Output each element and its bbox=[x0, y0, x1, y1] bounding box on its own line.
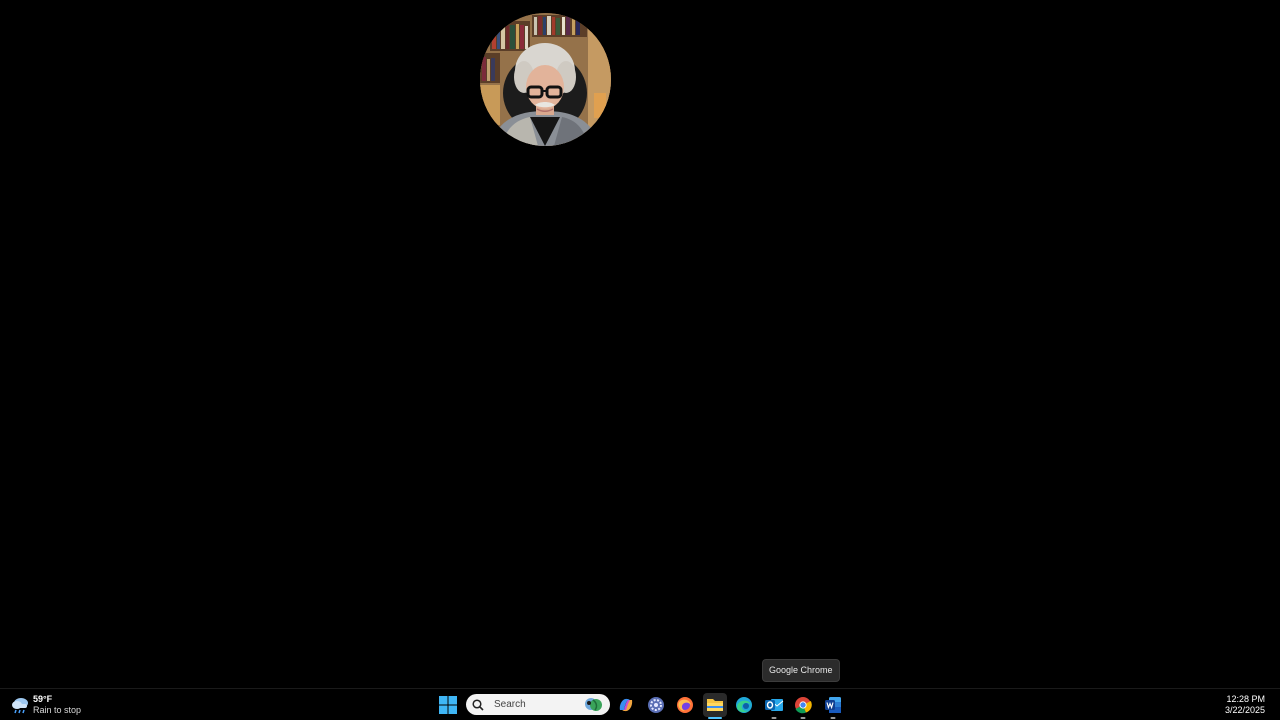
running-indicator bbox=[771, 717, 777, 719]
search-icon bbox=[472, 698, 484, 711]
running-indicator bbox=[800, 717, 806, 719]
edge-icon bbox=[736, 697, 752, 713]
taskbar-app-settings[interactable] bbox=[644, 693, 668, 717]
outlook-icon bbox=[765, 699, 784, 711]
chrome-icon bbox=[795, 697, 812, 714]
copilot-icon bbox=[619, 698, 633, 712]
weather-condition: Rain to stop bbox=[33, 705, 82, 715]
taskbar-app-word[interactable] bbox=[821, 693, 845, 719]
word-icon bbox=[825, 697, 841, 713]
chrome-tooltip: Google Chrome bbox=[762, 659, 840, 682]
taskbar-app-copilot[interactable] bbox=[614, 693, 638, 717]
taskbar-app-file-explorer[interactable] bbox=[703, 693, 727, 719]
search-placeholder: Search bbox=[494, 699, 526, 710]
desktop bbox=[0, 0, 1280, 688]
taskbar-app-chrome[interactable] bbox=[791, 693, 815, 719]
active-indicator bbox=[708, 717, 722, 719]
taskbar-app-firefox[interactable] bbox=[673, 693, 697, 717]
taskbar: 59°F Rain to stop Search 12:28 PM 3/22/2… bbox=[0, 688, 1280, 720]
gear-icon bbox=[648, 697, 664, 713]
running-indicator bbox=[830, 717, 836, 719]
clock-time: 12:28 PM bbox=[1226, 694, 1265, 704]
webcam-overlay bbox=[480, 13, 611, 146]
weather-temperature: 59°F bbox=[33, 694, 53, 704]
rain-cloud-icon bbox=[10, 695, 30, 715]
clock-date: 3/22/2025 bbox=[1224, 705, 1265, 715]
windows-icon bbox=[439, 696, 457, 714]
start-button[interactable] bbox=[437, 694, 459, 716]
taskbar-app-outlook[interactable] bbox=[762, 693, 786, 719]
search-highlight-icon bbox=[585, 698, 602, 711]
taskbar-search[interactable]: Search bbox=[466, 694, 610, 715]
system-clock[interactable]: 12:28 PM 3/22/2025 bbox=[1225, 694, 1265, 716]
weather-widget[interactable]: 59°F Rain to stop bbox=[10, 693, 81, 717]
taskbar-app-edge[interactable] bbox=[732, 693, 756, 717]
firefox-icon bbox=[677, 697, 693, 713]
folder-icon bbox=[707, 699, 723, 711]
